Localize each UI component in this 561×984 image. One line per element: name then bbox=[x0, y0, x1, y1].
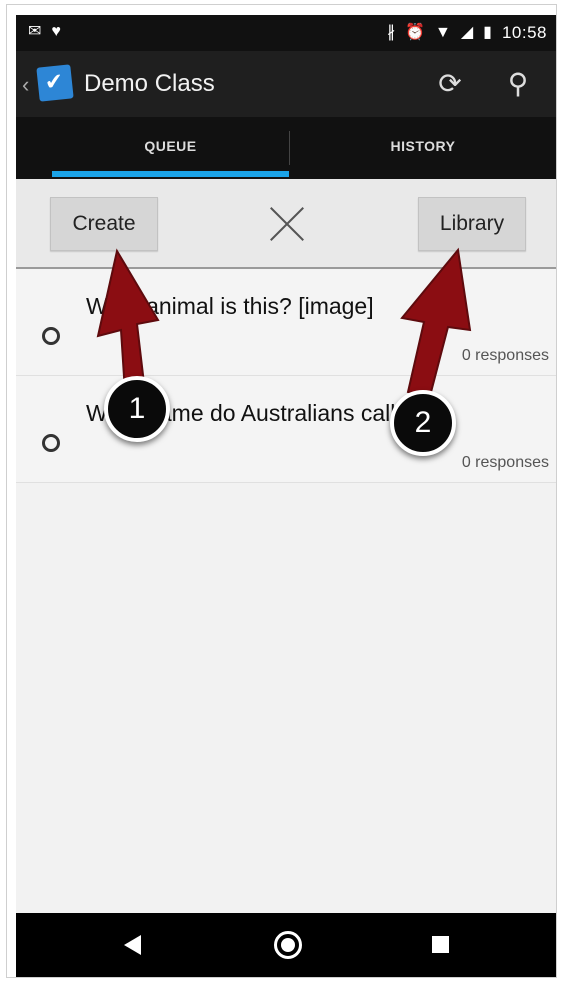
annotation-arrow-1 bbox=[96, 248, 160, 393]
annotation-arrows bbox=[96, 247, 472, 398]
annotation-badge-1: 1 bbox=[104, 376, 170, 442]
annotation-badge-2: 2 bbox=[390, 390, 456, 456]
annotation-arrow-2 bbox=[400, 247, 472, 398]
